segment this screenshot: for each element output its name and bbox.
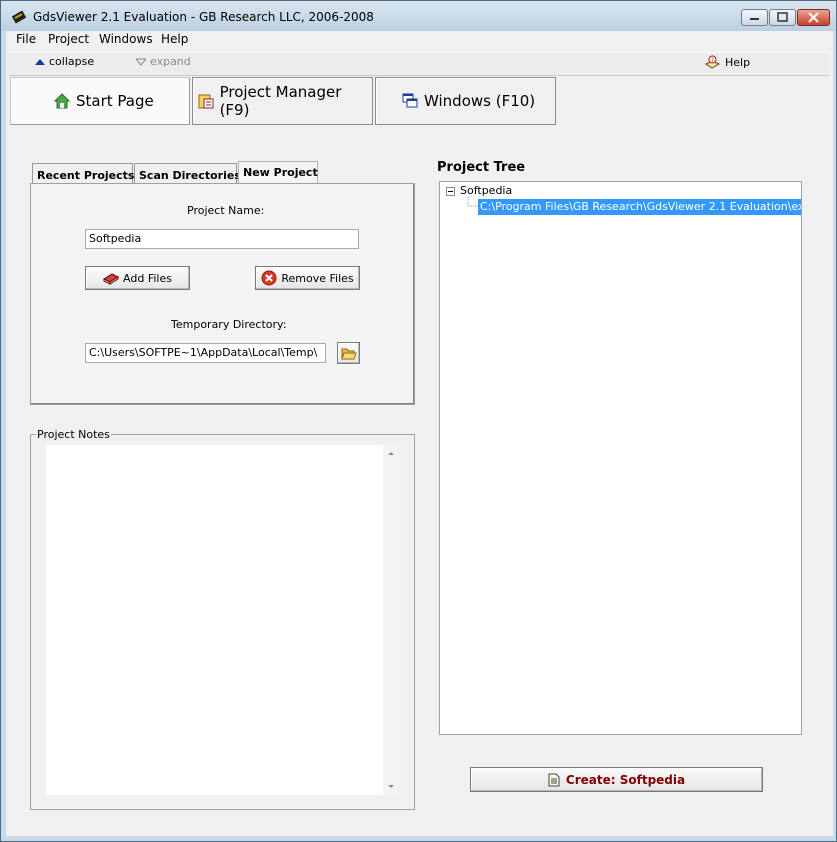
help-label: Help xyxy=(725,56,751,69)
menu-bar: File Project Windows Help xyxy=(6,31,833,48)
tab-scan-directories[interactable]: Scan Directories xyxy=(134,163,241,183)
help-book-icon: ? xyxy=(705,55,720,69)
main-area: collapse expand ? Help Start Page Projec… xyxy=(6,48,833,836)
menu-windows[interactable]: Windows xyxy=(99,32,153,46)
tab-recent-projects[interactable]: Recent Projects xyxy=(32,163,134,183)
collapse-button[interactable]: collapse xyxy=(35,55,94,68)
project-tree-title: Project Tree xyxy=(437,160,526,175)
tree-root-node[interactable]: Softpedia xyxy=(460,184,512,197)
remove-icon xyxy=(261,270,277,286)
tab-windows-label: Windows (F10) xyxy=(424,92,536,110)
help-button[interactable]: ? Help xyxy=(705,55,750,70)
remove-files-button[interactable]: Remove Files xyxy=(255,266,360,290)
menu-file[interactable]: File xyxy=(16,32,36,46)
triangle-up-icon xyxy=(35,58,45,65)
project-notes-textarea[interactable] xyxy=(46,445,383,795)
project-notes-group: Project Notes xyxy=(30,428,415,810)
house-icon xyxy=(54,93,70,109)
add-files-icon xyxy=(103,273,120,285)
project-manager-icon xyxy=(198,94,214,109)
tab-project-manager-label: Project Manager (F9) xyxy=(219,83,342,119)
close-icon xyxy=(808,12,819,23)
windows-icon xyxy=(402,93,418,108)
temp-dir-label: Temporary Directory: xyxy=(171,318,287,331)
tab-start-page-label: Start Page xyxy=(76,92,154,110)
browse-folder-button[interactable] xyxy=(337,342,360,364)
app-window: GdsViewer 2.1 Evaluation - GB Research L… xyxy=(0,0,837,842)
project-name-label: Project Name: xyxy=(187,204,265,217)
remove-files-label: Remove Files xyxy=(281,271,354,285)
title-bar[interactable]: GdsViewer 2.1 Evaluation - GB Research L… xyxy=(1,1,836,31)
scroll-down-icon[interactable] xyxy=(383,781,399,793)
tab-windows[interactable]: Windows (F10) xyxy=(375,77,556,125)
new-project-panel: Project Name: Softpedia Add Files Remove… xyxy=(30,183,415,405)
project-notes-label: Project Notes xyxy=(36,428,111,441)
tab-start-page[interactable]: Start Page xyxy=(10,77,190,125)
folder-open-icon xyxy=(340,348,357,359)
create-button-label: Create: Softpedia xyxy=(565,772,686,787)
triangle-down-icon xyxy=(136,58,146,66)
minimize-icon xyxy=(750,18,759,20)
document-icon xyxy=(548,773,560,786)
close-button[interactable] xyxy=(797,9,830,26)
maximize-button[interactable] xyxy=(769,9,796,26)
window-title: GdsViewer 2.1 Evaluation - GB Research L… xyxy=(33,10,374,24)
collapse-label: collapse xyxy=(49,55,95,68)
maximize-icon xyxy=(777,12,788,22)
tab-project-manager[interactable]: Project Manager (F9) xyxy=(192,77,373,125)
menu-help[interactable]: Help xyxy=(161,32,188,46)
app-icon xyxy=(12,10,26,24)
notes-scrollbar[interactable] xyxy=(383,445,399,795)
svg-text:?: ? xyxy=(711,57,714,64)
temp-dir-input[interactable]: C:\Users\SOFTPE~1\AppData\Local\Temp\ xyxy=(85,343,326,363)
expand-button[interactable]: expand xyxy=(136,55,191,68)
add-files-button[interactable]: Add Files xyxy=(85,266,190,290)
scroll-up-icon[interactable] xyxy=(383,447,399,459)
project-name-input[interactable]: Softpedia xyxy=(85,229,359,249)
tree-child-node[interactable]: C:\Program Files\GB Research\GdsViewer 2… xyxy=(478,199,801,215)
add-files-label: Add Files xyxy=(123,271,172,285)
minimize-button[interactable] xyxy=(741,9,768,26)
project-tree[interactable]: Softpedia C:\Program Files\GB Research\G… xyxy=(439,181,802,735)
collapse-node-icon[interactable] xyxy=(446,187,456,197)
expand-label: expand xyxy=(150,55,191,68)
menu-project[interactable]: Project xyxy=(48,32,89,46)
tab-new-project[interactable]: New Project xyxy=(238,161,318,184)
create-button[interactable]: Create: Softpedia xyxy=(470,767,763,792)
